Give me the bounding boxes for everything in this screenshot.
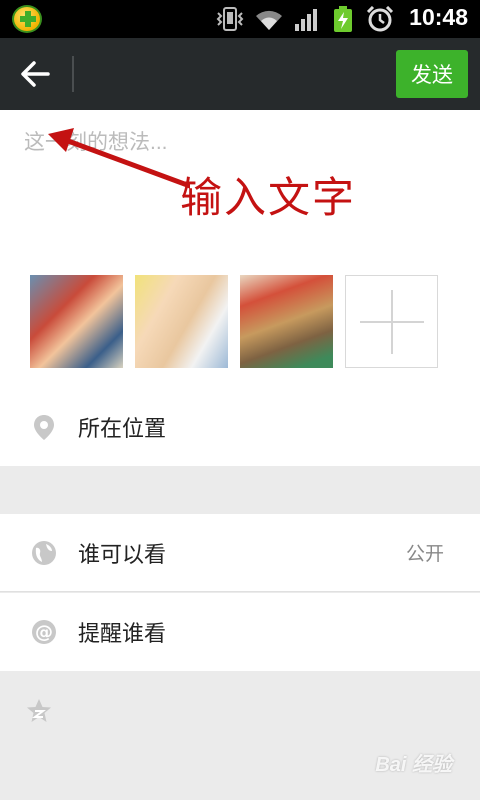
vibrate-icon bbox=[216, 7, 244, 31]
favorite-star-icon[interactable] bbox=[25, 697, 53, 725]
toolbar-divider bbox=[72, 56, 74, 92]
app-shield-icon bbox=[12, 5, 42, 33]
visibility-label: 谁可以看 bbox=[78, 541, 167, 567]
photo-thumbnail-3[interactable] bbox=[240, 275, 333, 368]
annotation-text: 输入文字 bbox=[180, 173, 357, 222]
svg-text:@: @ bbox=[35, 622, 53, 643]
annotation-arrow bbox=[48, 128, 190, 189]
send-button[interactable]: 发送 bbox=[396, 50, 468, 98]
arrow-left-icon bbox=[21, 61, 50, 87]
add-photo-button[interactable] bbox=[345, 275, 438, 368]
status-time: 10:48 bbox=[409, 4, 468, 30]
toolbar: 发送 bbox=[0, 38, 480, 110]
watermark: Bai 经验 bbox=[375, 754, 452, 776]
signal-icon bbox=[295, 9, 317, 31]
globe-icon bbox=[32, 540, 56, 565]
location-row[interactable]: 所在位置 bbox=[0, 388, 480, 466]
remind-label: 提醒谁看 bbox=[78, 621, 167, 646]
alarm-icon bbox=[366, 6, 394, 32]
visibility-row[interactable]: 谁可以看 公开 bbox=[0, 514, 480, 592]
remind-row[interactable]: @ 提醒谁看 bbox=[0, 593, 480, 671]
status-bar: 10:48 bbox=[0, 0, 480, 38]
at-sign-icon: @ bbox=[32, 620, 56, 644]
photo-thumbnail-1[interactable] bbox=[30, 275, 123, 368]
back-button[interactable] bbox=[14, 54, 58, 94]
location-label: 所在位置 bbox=[78, 416, 167, 441]
location-pin-icon bbox=[34, 415, 54, 440]
battery-charging-icon bbox=[334, 6, 352, 32]
visibility-value: 公开 bbox=[405, 544, 444, 565]
wifi-icon bbox=[256, 10, 282, 30]
photo-thumbnail-2[interactable] bbox=[135, 275, 228, 368]
